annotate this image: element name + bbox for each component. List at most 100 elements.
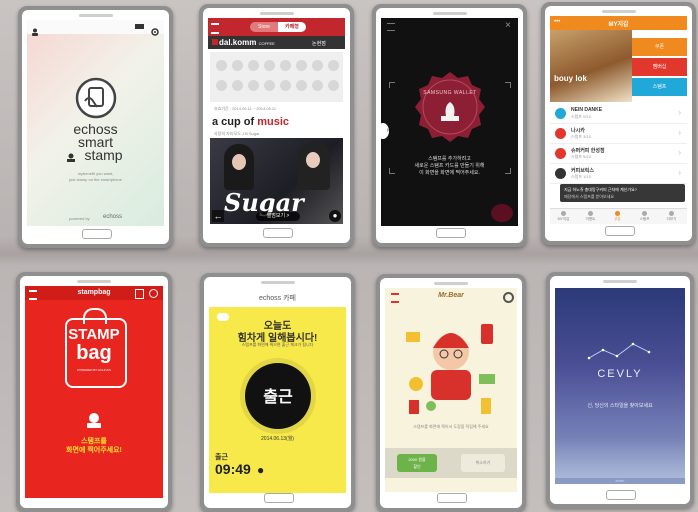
home-button[interactable] — [437, 493, 467, 503]
phone-samsung-wallet: × SAMSUNG WALLET › 스탬프를 추가하려고 새로운 스탬프 카드… — [372, 4, 527, 247]
user-icon[interactable] — [31, 23, 39, 36]
back-arrow-icon[interactable]: ← — [212, 210, 224, 222]
store-icon — [555, 128, 566, 139]
welcome-message: 신, 당신의 스타일을 찾아보세요 — [587, 403, 653, 409]
brand-name: dal.komm — [219, 38, 257, 47]
store-name: 슈퍼커피 한성점 — [571, 148, 605, 154]
bottom-stamp — [491, 204, 513, 222]
waves — [555, 438, 685, 478]
home-button[interactable] — [262, 228, 293, 238]
instruction-3: 이 화면을 화면에 찍어주세요. — [419, 170, 480, 176]
stamp-slot — [312, 80, 323, 91]
speaker — [603, 280, 637, 283]
membership-button[interactable]: 멤버십 — [632, 58, 687, 76]
speaker — [260, 281, 295, 284]
store-stamp-count: 스탬프 0/10 — [571, 114, 591, 119]
menu-icon[interactable] — [387, 23, 395, 31]
nav-tab[interactable]: 더보기 — [658, 217, 685, 222]
stamp-button[interactable]: 스탬프 — [632, 78, 687, 96]
card-text: bouy lok — [554, 74, 587, 83]
instruction-2: 화면에 찍어주세요! — [66, 447, 122, 454]
speaker — [78, 14, 113, 17]
phone-stampbag: stampbag STAMP bag POWERED BY ECHOSS 스탬프… — [16, 272, 172, 512]
gear-icon[interactable] — [149, 289, 158, 298]
headline-a: a cup of — [212, 116, 255, 128]
cancel-button[interactable]: 취소하기 — [461, 454, 505, 472]
stamp-icon — [85, 412, 103, 432]
tab-store[interactable]: Store — [250, 22, 278, 32]
headline-3: 스탬프를 화면에 찍으면 출근 체크가 됩니다 — [241, 342, 314, 347]
stamp-mini-icon — [67, 150, 75, 162]
store-name: 논현점 — [312, 41, 326, 47]
wallet-list: NEIN DANKE 스탬프 0/10 › 나시카 스탬프 3/10 › 슈퍼커피 한성점 스… — [550, 104, 687, 184]
wallet-list-item[interactable]: 슈퍼커피 한성점 스탬프 5/10 › — [550, 144, 687, 164]
menu-icon[interactable] — [211, 23, 219, 34]
home-button[interactable] — [606, 490, 636, 500]
stamp-slot — [248, 80, 259, 91]
home-button[interactable] — [435, 228, 466, 238]
tab-cafe[interactable]: 카페형 — [278, 22, 306, 32]
nav-tab[interactable]: 쿠폰 — [604, 217, 631, 222]
corner-tr-icon — [505, 82, 511, 88]
location-icon[interactable]: ● — [329, 210, 341, 222]
stamp-slot — [216, 80, 227, 91]
stamp-slot — [328, 60, 339, 71]
tagline-1: mybenefit you want, — [77, 171, 114, 176]
nav-tab-icon — [669, 211, 674, 216]
store-name: 나시카 — [571, 128, 585, 134]
battery-icon — [135, 24, 144, 29]
store-icon — [555, 168, 566, 179]
screen-my-wallet: ••• MY지갑 bouy lok 쿠폰 멤버십 스탬프 NEIN DANKE 스… — [550, 16, 687, 224]
brand-sub: COFFEE — [258, 41, 275, 46]
screen-echoss: echoss smart stamp mybenefit you want, j… — [27, 20, 164, 226]
close-icon[interactable]: × — [505, 20, 511, 31]
home-button[interactable] — [604, 226, 635, 236]
phone-my-wallet: ••• MY지갑 bouy lok 쿠폰 멤버십 스탬프 NEIN DANKE 스… — [541, 2, 696, 245]
corner-tl-icon — [389, 82, 395, 88]
stamp-slot — [296, 60, 307, 71]
home-button[interactable] — [263, 493, 294, 503]
nav-tab[interactable]: 이벤트 — [577, 217, 604, 222]
stamp-slot — [312, 60, 323, 71]
coupon-button[interactable]: 쿠폰 — [632, 38, 687, 56]
nav-tab[interactable]: MY지갑 — [550, 217, 577, 222]
enter-label[interactable]: enter — [555, 478, 685, 483]
brand-title: echoss 카페 — [258, 295, 296, 302]
album-button[interactable]: 앨범보기 > — [256, 212, 300, 221]
wallet-list-item[interactable]: 커피브릭스 스탬프 1/10 › — [550, 164, 687, 184]
gear-icon[interactable] — [503, 292, 514, 303]
wallet-list-item[interactable]: 나시카 스탬프 3/10 › — [550, 124, 687, 144]
footer-brand: echoss — [103, 214, 123, 220]
stamp-label: 출근 — [263, 389, 293, 406]
settings-icon[interactable] — [151, 23, 159, 36]
chevron-right-icon: › — [678, 168, 681, 177]
discount-button[interactable]: 2000 원을 할인 — [397, 454, 437, 472]
discount-label: 2000 원을 — [408, 457, 426, 462]
stamp-slot — [232, 80, 243, 91]
home-button[interactable] — [81, 229, 112, 239]
headline: a cup of music — [212, 116, 289, 128]
stamp-slot — [280, 80, 291, 91]
tooltip-line-2: 매장에서 스탬프를 받아보세요 — [564, 194, 615, 199]
logo-bag-text: bag — [76, 342, 112, 364]
stamp-slot — [280, 60, 291, 71]
nav-tab-icon — [642, 211, 647, 216]
nav-tab-icon — [561, 211, 566, 216]
page-title: MY지갑 — [608, 22, 629, 28]
face-1 — [232, 154, 246, 170]
side-tab-left[interactable]: › — [381, 123, 389, 139]
screen-cafe: echoss 카페 오늘도 힘차게 일해봅시다! 스탬프를 화면에 찍으면 출근… — [209, 287, 346, 493]
brand-logo: dal.komm COFFEE — [212, 38, 275, 47]
nav-tab[interactable]: 스탬프 — [631, 217, 658, 222]
phone-dalkomm: Store 카페형 dal.komm COFFEE 논현점 유효기간 : 201… — [199, 4, 354, 247]
wallet-list-item[interactable]: NEIN DANKE 스탬프 0/10 › — [550, 104, 687, 124]
brand-stamp: stamp — [84, 147, 123, 163]
speaker — [259, 12, 294, 15]
face-2 — [306, 152, 320, 168]
stamp-logo-icon — [75, 77, 117, 119]
powered-by: POWERED BY ECHOSS — [77, 368, 111, 372]
walker-icon: ● — [257, 463, 265, 477]
phone-cevly: CEVLY 신, 당신의 스타일을 찾아보세요 enter — [546, 272, 694, 508]
stamp-slot — [232, 60, 243, 71]
bag-icon[interactable] — [135, 289, 144, 299]
